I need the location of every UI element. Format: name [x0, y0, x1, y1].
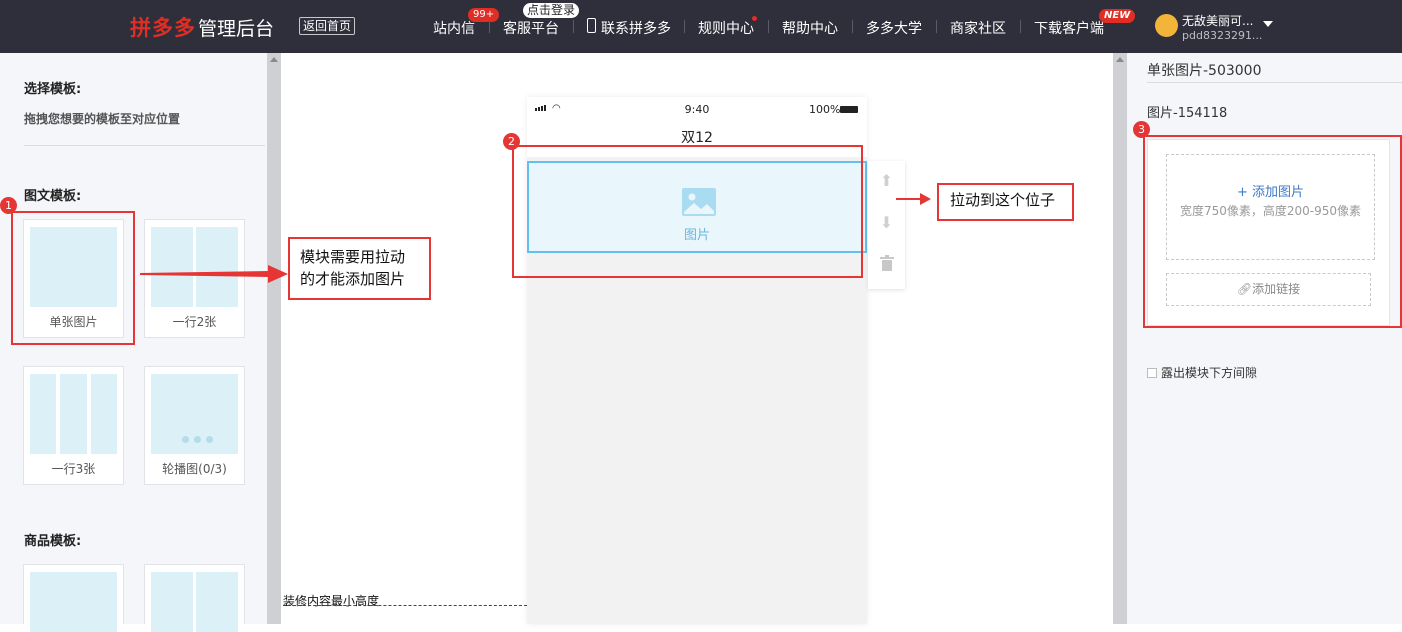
template-three-per-row[interactable]: 一行3张 — [23, 366, 124, 485]
annotation-box-3 — [1143, 135, 1402, 328]
back-home-button[interactable]: 返回首页 — [299, 17, 356, 35]
nav-messages[interactable]: 站内信 — [433, 18, 475, 38]
checkbox[interactable] — [1147, 367, 1157, 378]
nav-divider — [684, 20, 685, 33]
template-preview — [151, 572, 193, 632]
nav-rules-center[interactable]: 规则中心 — [698, 18, 754, 38]
nav-service-platform[interactable]: 客服平台 — [503, 18, 559, 38]
nav-contact[interactable]: 联系拼多多 — [601, 18, 671, 38]
logo[interactable]: 拼多多 管理后台 — [130, 14, 274, 40]
scroll-up-icon[interactable] — [1116, 57, 1124, 62]
template-label: 轮播图(0/3) — [162, 462, 227, 476]
nav-divider — [936, 20, 937, 33]
nav-community[interactable]: 商家社区 — [950, 18, 1006, 38]
template-carousel[interactable]: 轮播图(0/3) — [144, 366, 245, 485]
gap-checkbox[interactable]: 露出模块下方间隙 — [1147, 364, 1257, 381]
top-nav-bar: 拼多多 管理后台 返回首页 站内信 99+ 客服平台 点击登录 联系拼多多 规则… — [0, 0, 1402, 53]
move-down-icon[interactable]: ⬇ — [868, 213, 905, 232]
module-toolbar: ⬆ ⬇ — [868, 161, 905, 289]
drag-hint: 拖拽您想要的模板至对应位置 — [24, 112, 181, 126]
nav-divider — [768, 20, 769, 33]
scroll-up-icon[interactable] — [270, 57, 278, 62]
messages-count-badge: 99+ — [468, 8, 500, 22]
goods-template-title: 商品模板: — [24, 534, 82, 549]
chevron-down-icon[interactable] — [1263, 21, 1273, 27]
canvas-scrollbar[interactable] — [1113, 53, 1127, 624]
carousel-dots-icon — [182, 436, 213, 443]
page-title: 双12 — [681, 130, 713, 146]
status-battery: 100% — [809, 103, 841, 116]
nav-divider — [1020, 20, 1021, 33]
notification-dot — [752, 16, 757, 21]
template-goods-single[interactable] — [23, 564, 124, 632]
nav-help-center[interactable]: 帮助中心 — [782, 18, 838, 38]
user-id: pdd8323291... — [1182, 29, 1263, 42]
logo-brand: 拼多多 — [130, 16, 196, 40]
min-height-label: 装修内容最小高度 — [283, 594, 380, 608]
user-name[interactable]: 无敌美丽可... — [1182, 12, 1253, 29]
image-text-template-title: 图文模板: — [24, 189, 82, 204]
arrow-right-icon — [896, 193, 931, 205]
nav-divider — [489, 20, 490, 33]
battery-icon — [840, 106, 858, 113]
module-title: 单张图片-503000 — [1147, 63, 1262, 79]
template-preview — [60, 374, 87, 454]
divider — [24, 145, 265, 146]
template-preview — [30, 572, 117, 632]
template-label: 一行2张 — [172, 315, 217, 329]
nav-university[interactable]: 多多大学 — [866, 18, 922, 38]
arrow-right-icon — [140, 265, 288, 283]
move-up-icon[interactable]: ⬆ — [868, 171, 905, 190]
template-preview — [196, 572, 238, 632]
logo-text: 管理后台 — [198, 17, 275, 40]
annotation-number-3: 3 — [1133, 121, 1150, 138]
annotation-number-2: 2 — [503, 133, 520, 150]
gap-checkbox-label: 露出模块下方间隙 — [1161, 366, 1258, 380]
annotation-number-1: 1 — [0, 197, 17, 214]
nav-divider — [852, 20, 853, 33]
template-goods-double[interactable] — [144, 564, 245, 632]
image-name: 图片-154118 — [1147, 106, 1228, 121]
template-label: 一行3张 — [51, 462, 96, 476]
template-preview — [151, 374, 238, 454]
min-height-line — [283, 605, 527, 606]
trash-icon[interactable] — [868, 255, 905, 275]
nav-download-client[interactable]: 下载客户端 — [1034, 18, 1104, 38]
choose-template-title: 选择模板: — [24, 82, 82, 97]
avatar[interactable] — [1155, 14, 1178, 37]
divider — [1147, 82, 1402, 83]
new-badge: NEW — [1099, 9, 1136, 23]
phone-icon — [587, 18, 596, 33]
annotation-box-1 — [11, 211, 135, 345]
left-scrollbar[interactable] — [267, 53, 281, 624]
template-preview — [30, 374, 56, 454]
annotation-note-position: 拉动到这个位子 — [937, 183, 1074, 221]
annotation-box-2 — [512, 145, 863, 278]
annotation-note-drag: 模块需要用拉动的才能添加图片 — [288, 237, 431, 300]
nav-divider — [573, 20, 574, 33]
template-preview — [91, 374, 117, 454]
login-hint-badge[interactable]: 点击登录 — [523, 3, 580, 18]
